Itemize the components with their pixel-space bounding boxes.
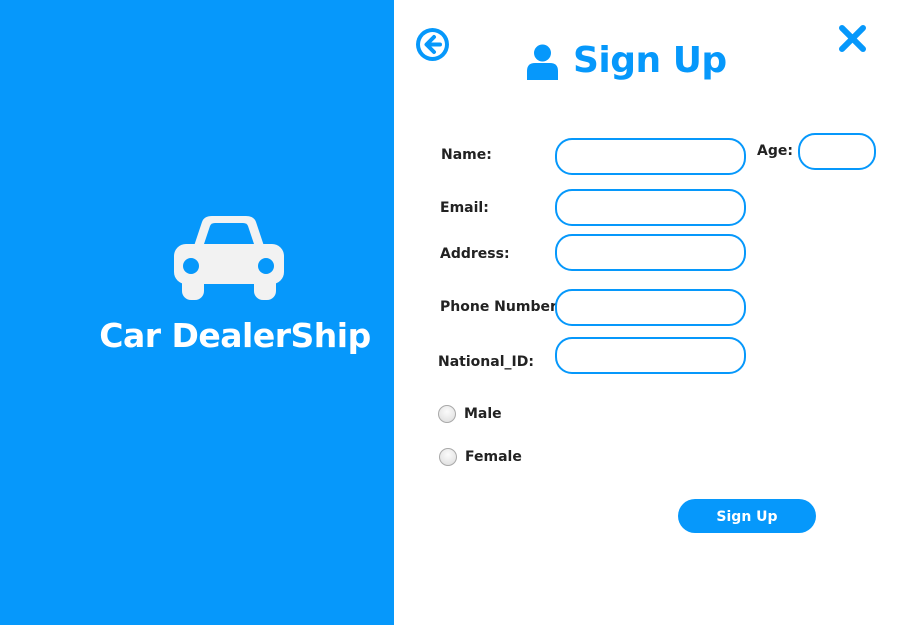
- sign-up-button[interactable]: Sign Up: [678, 499, 816, 533]
- page-title: Sign Up: [573, 40, 727, 81]
- arrow-left-circle-icon: [416, 28, 449, 61]
- name-input[interactable]: [555, 138, 746, 175]
- national-id-input[interactable]: [555, 337, 746, 374]
- female-label: Female: [465, 449, 522, 465]
- male-radio[interactable]: [438, 405, 456, 423]
- email-input[interactable]: [555, 189, 746, 226]
- signup-window: Car DealerShip Sign Up Name: Age: Email:…: [0, 0, 902, 625]
- back-button[interactable]: [416, 28, 449, 61]
- close-button[interactable]: [838, 24, 867, 53]
- national-id-label: National_ID:: [438, 354, 534, 370]
- email-label: Email:: [440, 200, 489, 216]
- gender-option-female[interactable]: Female: [439, 448, 522, 466]
- user-icon: [527, 44, 558, 80]
- phone-number-label: Phone Number:: [440, 299, 563, 315]
- close-x-icon: [839, 25, 866, 52]
- name-label: Name:: [441, 147, 492, 163]
- phone-number-input[interactable]: [555, 289, 746, 326]
- age-label: Age:: [757, 143, 793, 159]
- address-input[interactable]: [555, 234, 746, 271]
- age-input[interactable]: [798, 133, 876, 170]
- address-label: Address:: [440, 246, 510, 262]
- male-label: Male: [464, 406, 502, 422]
- female-radio[interactable]: [439, 448, 457, 466]
- brand-panel: Car DealerShip: [0, 0, 394, 625]
- gender-option-male[interactable]: Male: [438, 405, 502, 423]
- car-icon: [174, 216, 284, 300]
